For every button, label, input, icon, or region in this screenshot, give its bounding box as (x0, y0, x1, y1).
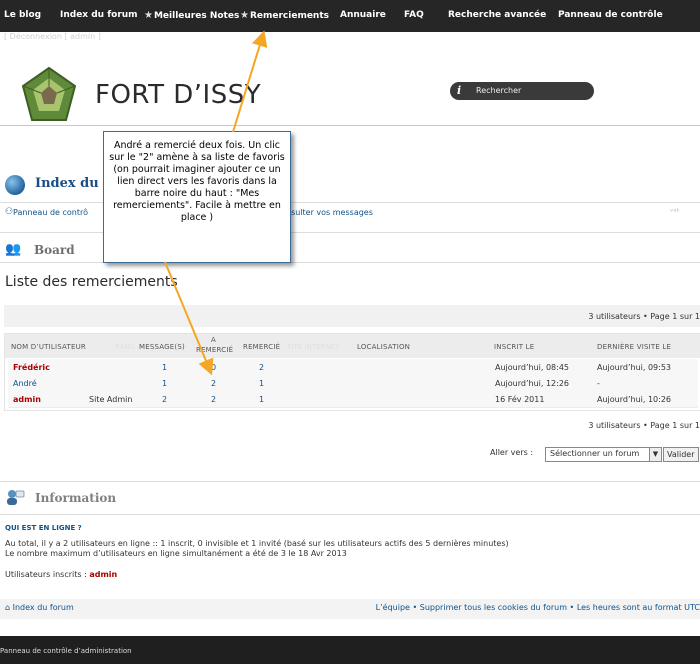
home-icon: ⌂ (5, 603, 11, 612)
board-title: Board (34, 243, 75, 257)
top-navbar: Le blog Index du forum ★Meilleures Notes… (0, 0, 700, 32)
col-joined[interactable]: INSCRIT LE (494, 343, 534, 351)
rank-cell: Site Admin (89, 395, 133, 404)
pagination-info-bottom: 3 utilisateurs • Page 1 sur 1 (588, 421, 700, 430)
table-header: NOM D’UTILISATEUR RANG MESSAGE(S) A REME… (5, 334, 700, 358)
last-visit-cell: Aujourd’hui, 10:26 (597, 395, 672, 404)
username-link[interactable]: Frédéric (13, 363, 50, 372)
nav-advanced-search[interactable]: Recherche avancée (448, 10, 546, 20)
last-visit-cell: - (597, 379, 600, 388)
nav-best-ratings-label: Meilleures Notes (153, 11, 240, 21)
col-last-visit[interactable]: DERNIÈRE VISITE LE (597, 343, 671, 351)
globe-icon (5, 175, 25, 195)
col-username[interactable]: NOM D’UTILISATEUR (11, 343, 86, 351)
page-title: Liste des remerciements (5, 274, 178, 290)
divider (0, 481, 700, 482)
joined-cell: Aujourd’hui, 12:26 (495, 379, 570, 388)
joined-cell: 16 Fév 2011 (495, 395, 545, 404)
login-subbar: [ Déconnexion [ admin ] (0, 32, 700, 44)
user-icon: ⚇ (5, 207, 14, 217)
posts-link[interactable]: 1 (162, 363, 167, 372)
col-thanked-bottom[interactable]: REMERCIÉ (196, 346, 233, 354)
messages-link[interactable]: nsulter vos messages (286, 208, 373, 217)
registered-label: Utilisateurs inscrits : (5, 570, 87, 579)
nav-control-panel[interactable]: Panneau de contrôle (558, 10, 663, 20)
nav-forum-index[interactable]: Index du forum (60, 10, 138, 20)
forum-jump-select[interactable]: Sélectionner un forum ▼ (545, 447, 662, 462)
received-link[interactable]: 1 (259, 395, 264, 404)
pagination-bar: 3 utilisateurs • Page 1 sur 1 (4, 305, 700, 327)
bottom-bar: Panneau de contrôle d’administration (0, 636, 700, 664)
col-rank[interactable]: RANG (115, 343, 135, 351)
star-icon: ★ (240, 10, 249, 21)
information-title: Information (35, 491, 117, 505)
corner-ornament: ᵛᵃᵏ (670, 207, 680, 216)
admin-panel-link[interactable]: Panneau de contrôle d’administration (0, 647, 132, 655)
table-row: Frédéric 1 0 2 Aujourd’hui, 08:45 Aujour… (8, 359, 698, 376)
registered-users: Utilisateurs inscrits : admin (5, 570, 117, 579)
nav-blog[interactable]: Le blog (4, 10, 41, 20)
col-posts[interactable]: MESSAGE(S) (139, 343, 185, 351)
nav-thanks[interactable]: ★Remerciements (240, 10, 329, 21)
jump-submit-button[interactable]: Valider (663, 447, 699, 462)
nav-best-ratings[interactable]: ★Meilleures Notes (144, 10, 239, 21)
pagination-info: 3 utilisateurs • Page 1 sur 1 (588, 312, 700, 321)
username-link[interactable]: admin (13, 395, 41, 404)
info-i-icon: i (457, 84, 462, 97)
table-row: André 1 2 1 Aujourd’hui, 12:26 - (8, 375, 698, 392)
search-label: Rechercher (476, 86, 522, 95)
footer-home-label: Index du forum (12, 603, 74, 612)
thanked-link[interactable]: 0 (211, 363, 216, 372)
divider (0, 125, 700, 126)
annotation-text: André a remercié deux fois. Un clic sur … (109, 140, 285, 223)
ucp-link[interactable]: Panneau de contrô (13, 208, 88, 217)
received-link[interactable]: 2 (259, 363, 264, 372)
last-visit-cell: Aujourd’hui, 09:53 (597, 363, 672, 372)
col-thanked-top[interactable]: A (211, 336, 216, 344)
site-header: FORT D’ISSY i Rechercher (0, 44, 700, 124)
site-title[interactable]: FORT D’ISSY (95, 80, 261, 110)
footer-bar: ⌂ Index du forum L’équipe • Supprimer to… (0, 599, 700, 619)
table-row: admin Site Admin 2 2 1 16 Fév 2011 Aujou… (8, 391, 698, 408)
logout-link[interactable]: [ Déconnexion [ admin ] (4, 32, 101, 41)
users-icon: 👥 (5, 242, 22, 257)
joined-cell: Aujourd’hui, 08:45 (495, 363, 570, 372)
online-record: Le nombre maximum d’utilisateurs en lign… (5, 549, 347, 558)
forum-jump-value: Sélectionner un forum (550, 449, 640, 458)
nav-directory[interactable]: Annuaire (340, 10, 386, 20)
fort-logo-icon[interactable] (20, 66, 78, 124)
col-website[interactable]: SITE INTERNET (287, 343, 339, 351)
search-box[interactable]: i Rechercher (450, 82, 594, 100)
nav-thanks-label: Remerciements (249, 11, 329, 21)
footer-home[interactable]: ⌂ Index du forum (5, 603, 74, 612)
posts-link[interactable]: 1 (162, 379, 167, 388)
registered-user-link[interactable]: admin (89, 570, 117, 579)
thanks-table: NOM D’UTILISATEUR RANG MESSAGE(S) A REME… (4, 333, 700, 411)
divider (0, 514, 700, 515)
online-users-icon (7, 490, 25, 505)
thanked-link[interactable]: 2 (211, 395, 216, 404)
username-link[interactable]: André (13, 379, 37, 388)
online-summary: Au total, il y a 2 utilisateurs en ligne… (5, 539, 509, 548)
chevron-down-icon[interactable]: ▼ (649, 448, 661, 461)
star-icon: ★ (144, 10, 153, 21)
col-location[interactable]: LOCALISATION (357, 343, 410, 351)
annotation-callout: André a remercié deux fois. Un clic sur … (103, 131, 291, 263)
received-link[interactable]: 1 (259, 379, 264, 388)
nav-faq[interactable]: FAQ (404, 10, 424, 20)
thanked-link[interactable]: 2 (211, 379, 216, 388)
who-is-online-link[interactable]: QUI EST EN LIGNE ? (5, 524, 82, 532)
posts-link[interactable]: 2 (162, 395, 167, 404)
footer-links[interactable]: L’équipe • Supprimer tous les cookies du… (376, 603, 700, 612)
col-received[interactable]: REMERCIÉ (243, 343, 280, 351)
jump-label: Aller vers : (490, 448, 534, 457)
